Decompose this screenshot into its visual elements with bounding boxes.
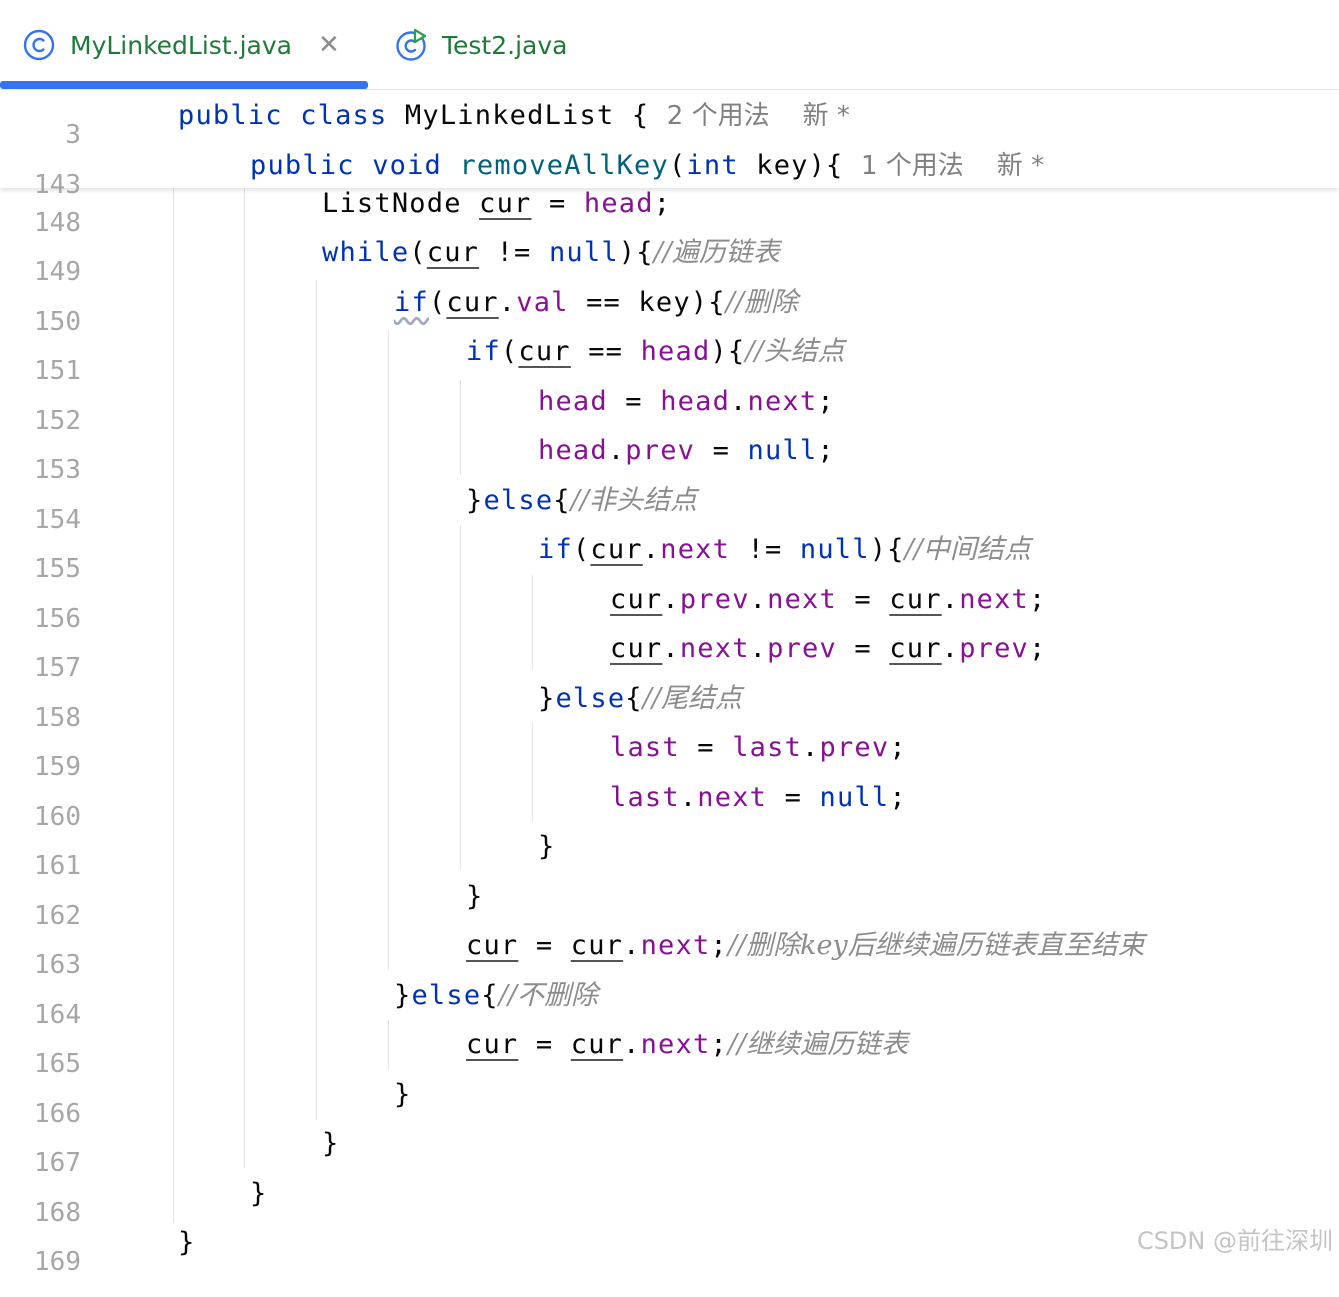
code-line: 152 head = head.next; (0, 380, 1339, 436)
code-comment: //头结点 (745, 336, 845, 367)
code-line: 148 ListNode cur = head; (0, 182, 1339, 238)
code-line: 164 }else{//不删除 (0, 974, 1339, 1030)
code-line: 156 cur.prev.next = cur.next; (0, 578, 1339, 634)
code-line: 168 } (0, 1172, 1339, 1228)
tab-label: Test2.java (442, 30, 568, 60)
code-text: public void removeAllKey(int key){ 1 个用法… (250, 150, 1045, 181)
code-line: 158 }else{//尾结点 (0, 677, 1339, 733)
code-text: } (178, 1227, 196, 1258)
new-author-badge[interactable]: 新 * (997, 151, 1044, 181)
code-line: 159 last = last.prev; (0, 726, 1339, 782)
tab-label: MyLinkedList.java (70, 30, 292, 60)
code-text: last = last.prev; (610, 732, 907, 763)
code-text: public class MyLinkedList { 2 个用法 新 * (178, 100, 850, 131)
code-line: 154 }else{//非头结点 (0, 479, 1339, 535)
code-line: 153 head.prev = null; (0, 429, 1339, 485)
code-comment: //不删除 (498, 980, 598, 1011)
tab-test2[interactable]: Test2.java (394, 0, 567, 90)
code-text: } (394, 1079, 412, 1110)
code-text: if(cur == head){//头结点 (466, 336, 845, 367)
code-editor[interactable]: 148 ListNode cur = head; 149 while(cur !… (0, 0, 1339, 1277)
code-comment: //继续遍历链表 (727, 1029, 909, 1060)
code-text: cur = cur.next;//继续遍历链表 (466, 1029, 909, 1060)
usages-hint[interactable]: 1 个用法 (861, 151, 964, 181)
code-line: 149 while(cur != null){//遍历链表 (0, 231, 1339, 287)
code-text: if(cur.val == key){//删除 (394, 287, 798, 318)
code-text: while(cur != null){//遍历链表 (322, 237, 780, 268)
code-text: }else{//尾结点 (538, 683, 742, 714)
code-line: 157 cur.next.prev = cur.prev; (0, 627, 1339, 683)
code-text: cur = cur.next;//删除key后继续遍历链表直至结束 (466, 930, 1145, 961)
sticky-line[interactable]: 143 public void removeAllKey(int key){ 1… (0, 144, 1339, 200)
code-comment: //遍历链表 (653, 237, 780, 268)
code-comment: //删除 (725, 287, 798, 318)
code-text: } (250, 1178, 268, 1209)
line-number: 169 (34, 1247, 81, 1277)
active-tab-indicator (0, 81, 368, 89)
code-text: cur.next.prev = cur.prev; (610, 633, 1047, 664)
code-comment: //非头结点 (570, 485, 697, 516)
code-line: 151 if(cur == head){//头结点 (0, 330, 1339, 386)
code-comment: //尾结点 (642, 683, 742, 714)
code-text: } (466, 881, 484, 912)
code-line: 160 last.next = null; (0, 776, 1339, 832)
watermark: CSDN @前往深圳 (1136, 1227, 1333, 1255)
code-text: head = head.next; (538, 386, 835, 417)
editor-tab-bar: MyLinkedList.java ✕ Test2.java (0, 0, 1339, 90)
code-text: }else{//不删除 (394, 980, 598, 1011)
code-text: last.next = null; (610, 782, 907, 813)
code-line: 161 } (0, 825, 1339, 881)
code-text: head.prev = null; (538, 435, 835, 466)
code-line: 167 } (0, 1122, 1339, 1178)
java-class-icon (22, 28, 56, 62)
code-text: cur.prev.next = cur.next; (610, 584, 1047, 615)
line-number: 143 (34, 170, 81, 200)
code-text: if(cur.next != null){//中间结点 (538, 534, 1031, 565)
code-text: } (322, 1128, 340, 1159)
sticky-lines-header[interactable]: 3 public class MyLinkedList { 2 个用法 新 * … (0, 90, 1339, 200)
code-text: } (538, 831, 556, 862)
code-line: 163 cur = cur.next;//删除key后继续遍历链表直至结束 (0, 924, 1339, 980)
code-comment: //删除key后继续遍历链表直至结束 (727, 930, 1145, 961)
code-line: 155 if(cur.next != null){//中间结点 (0, 528, 1339, 584)
code-line: 162 } (0, 875, 1339, 931)
code-line: 166 } (0, 1073, 1339, 1129)
code-text: ListNode cur = head; (322, 188, 672, 219)
java-runnable-class-icon (394, 28, 428, 62)
code-line: 150 if(cur.val == key){//删除 (0, 281, 1339, 337)
usages-hint[interactable]: 2 个用法 (667, 101, 770, 131)
code-line: 165 cur = cur.next;//继续遍历链表 (0, 1023, 1339, 1079)
new-author-badge[interactable]: 新 * (803, 101, 850, 131)
code-text: }else{//非头结点 (466, 485, 697, 516)
close-tab-icon[interactable]: ✕ (318, 32, 340, 58)
tab-mylinkedlist[interactable]: MyLinkedList.java ✕ (22, 0, 340, 90)
sticky-line[interactable]: 3 public class MyLinkedList { 2 个用法 新 * (0, 94, 1339, 150)
code-comment: //中间结点 (904, 534, 1031, 565)
